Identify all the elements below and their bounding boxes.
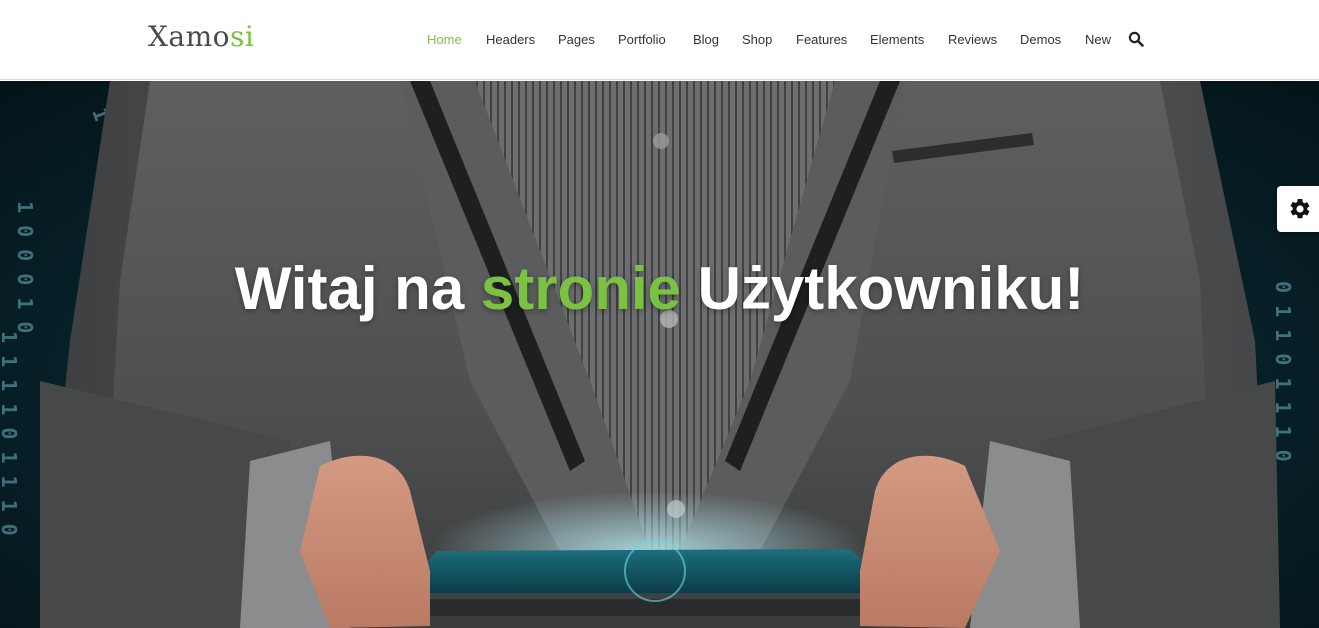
nav-item-features[interactable]: Features	[796, 31, 847, 49]
nav-item-elements[interactable]: Elements	[870, 31, 924, 49]
nav-item-shop[interactable]: Shop	[742, 31, 772, 49]
svg-text:1 1 1 1 0 1 1 1 0: 1 1 1 1 0 1 1 1 0	[0, 331, 21, 536]
hero-slider: 1 0 0 1 0 0 0 1 0 1 1 1 1 0 1 1 1 0 1 1 …	[0, 81, 1319, 628]
hero-background-image: 1 0 0 1 0 0 0 1 0 1 1 1 1 0 1 1 1 0 1 1 …	[0, 81, 1295, 628]
nav-item-demos[interactable]: Demos	[1020, 31, 1061, 49]
nav-item-portfolio[interactable]: Portfolio	[618, 31, 666, 49]
hero-title-start: Witaj na	[234, 255, 465, 322]
search-icon[interactable]	[1128, 31, 1144, 47]
nav-item-home[interactable]: Home	[427, 31, 462, 49]
gear-icon	[1290, 198, 1310, 219]
nav-item-blog[interactable]: Blog	[693, 31, 719, 49]
hero-title-end: Użytkowniku!	[697, 255, 1085, 322]
hero-title-highlight: stronie	[480, 255, 681, 322]
nav-item-headers[interactable]: Headers	[486, 31, 535, 49]
style-switcher-button[interactable]	[1277, 186, 1319, 232]
hero-title: Witaj na stronie Użytkowniku!	[0, 253, 1319, 325]
nav-item-reviews[interactable]: Reviews	[948, 31, 997, 49]
site-header: Xamosi Home Headers Pages Portfolio Blog…	[0, 0, 1319, 80]
nav-item-pages[interactable]: Pages	[558, 31, 595, 49]
nav-item-new[interactable]: New	[1085, 31, 1111, 49]
main-nav: Home Headers Pages Portfolio Blog Shop F…	[0, 0, 1319, 80]
